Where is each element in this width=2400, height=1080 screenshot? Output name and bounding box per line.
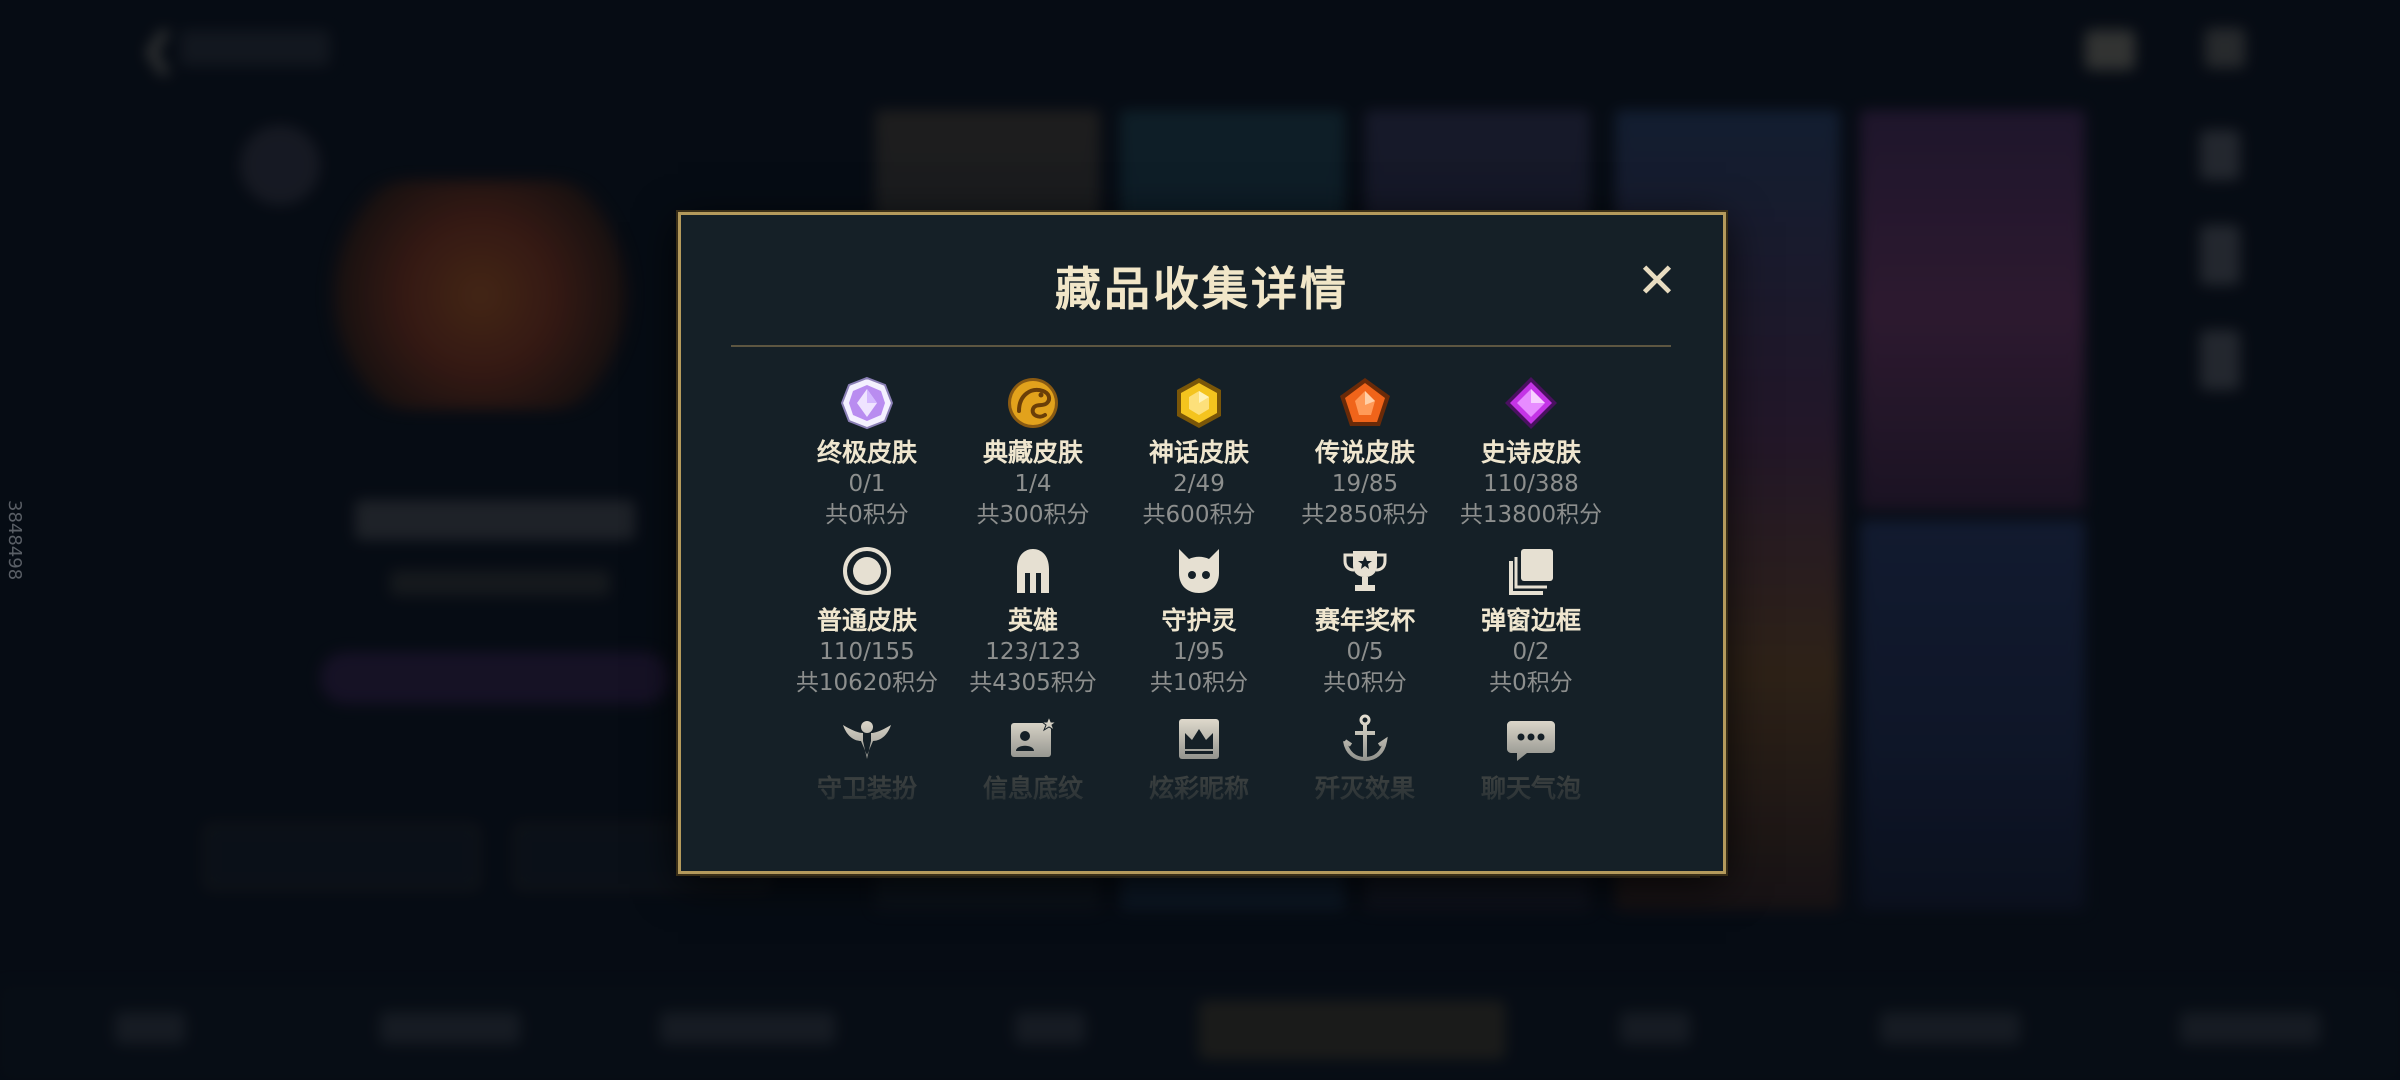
modal-title: 藏品收集详情: [1055, 262, 1349, 316]
collection-details-modal: 藏品收集详情 ✕ 终极皮肤 0/1 共0积分 典藏皮肤 1/4 共300积分 神…: [678, 212, 1726, 874]
dragon-medallion-icon: [1008, 378, 1058, 428]
category-epic-skin[interactable]: 史诗皮肤 110/388 共13800积分: [1431, 375, 1631, 531]
spirit-icon: [1179, 549, 1219, 593]
category-chat-bubble[interactable]: 聊天气泡: [1431, 711, 1631, 805]
category-name: 史诗皮肤: [1480, 438, 1581, 467]
side-id-text: 3848498: [4, 500, 25, 581]
ultimate-gem-icon: [840, 376, 894, 430]
profile-card-icon: [1011, 715, 1058, 757]
category-name: 聊天气泡: [1480, 774, 1581, 803]
chat-bubble-icon: [1507, 721, 1555, 761]
mythic-hexagon-icon: [1177, 378, 1221, 428]
crown-banner-icon: [1179, 719, 1219, 759]
category-name: 弹窗边框: [1480, 606, 1581, 635]
category-count: 0/2: [1512, 639, 1550, 665]
title-divider: [731, 345, 1671, 347]
helmet-icon: [1017, 549, 1049, 593]
guard-wings-icon: [843, 721, 891, 759]
category-popup-frame[interactable]: 弹窗边框 0/2 共0积分: [1431, 543, 1631, 699]
category-count: 110/388: [1483, 471, 1579, 497]
epic-diamond-icon: [1505, 377, 1557, 429]
trophy-icon: [1343, 551, 1387, 591]
legend-pentagon-icon: [1340, 378, 1390, 426]
category-points: 共13800积分: [1459, 502, 1603, 528]
anchor-icon: [1343, 714, 1388, 762]
frame-stack-icon: [1509, 549, 1553, 595]
category-points: 共0积分: [1489, 670, 1573, 696]
close-button[interactable]: ✕: [1635, 257, 1679, 305]
ring-icon: [843, 547, 891, 595]
